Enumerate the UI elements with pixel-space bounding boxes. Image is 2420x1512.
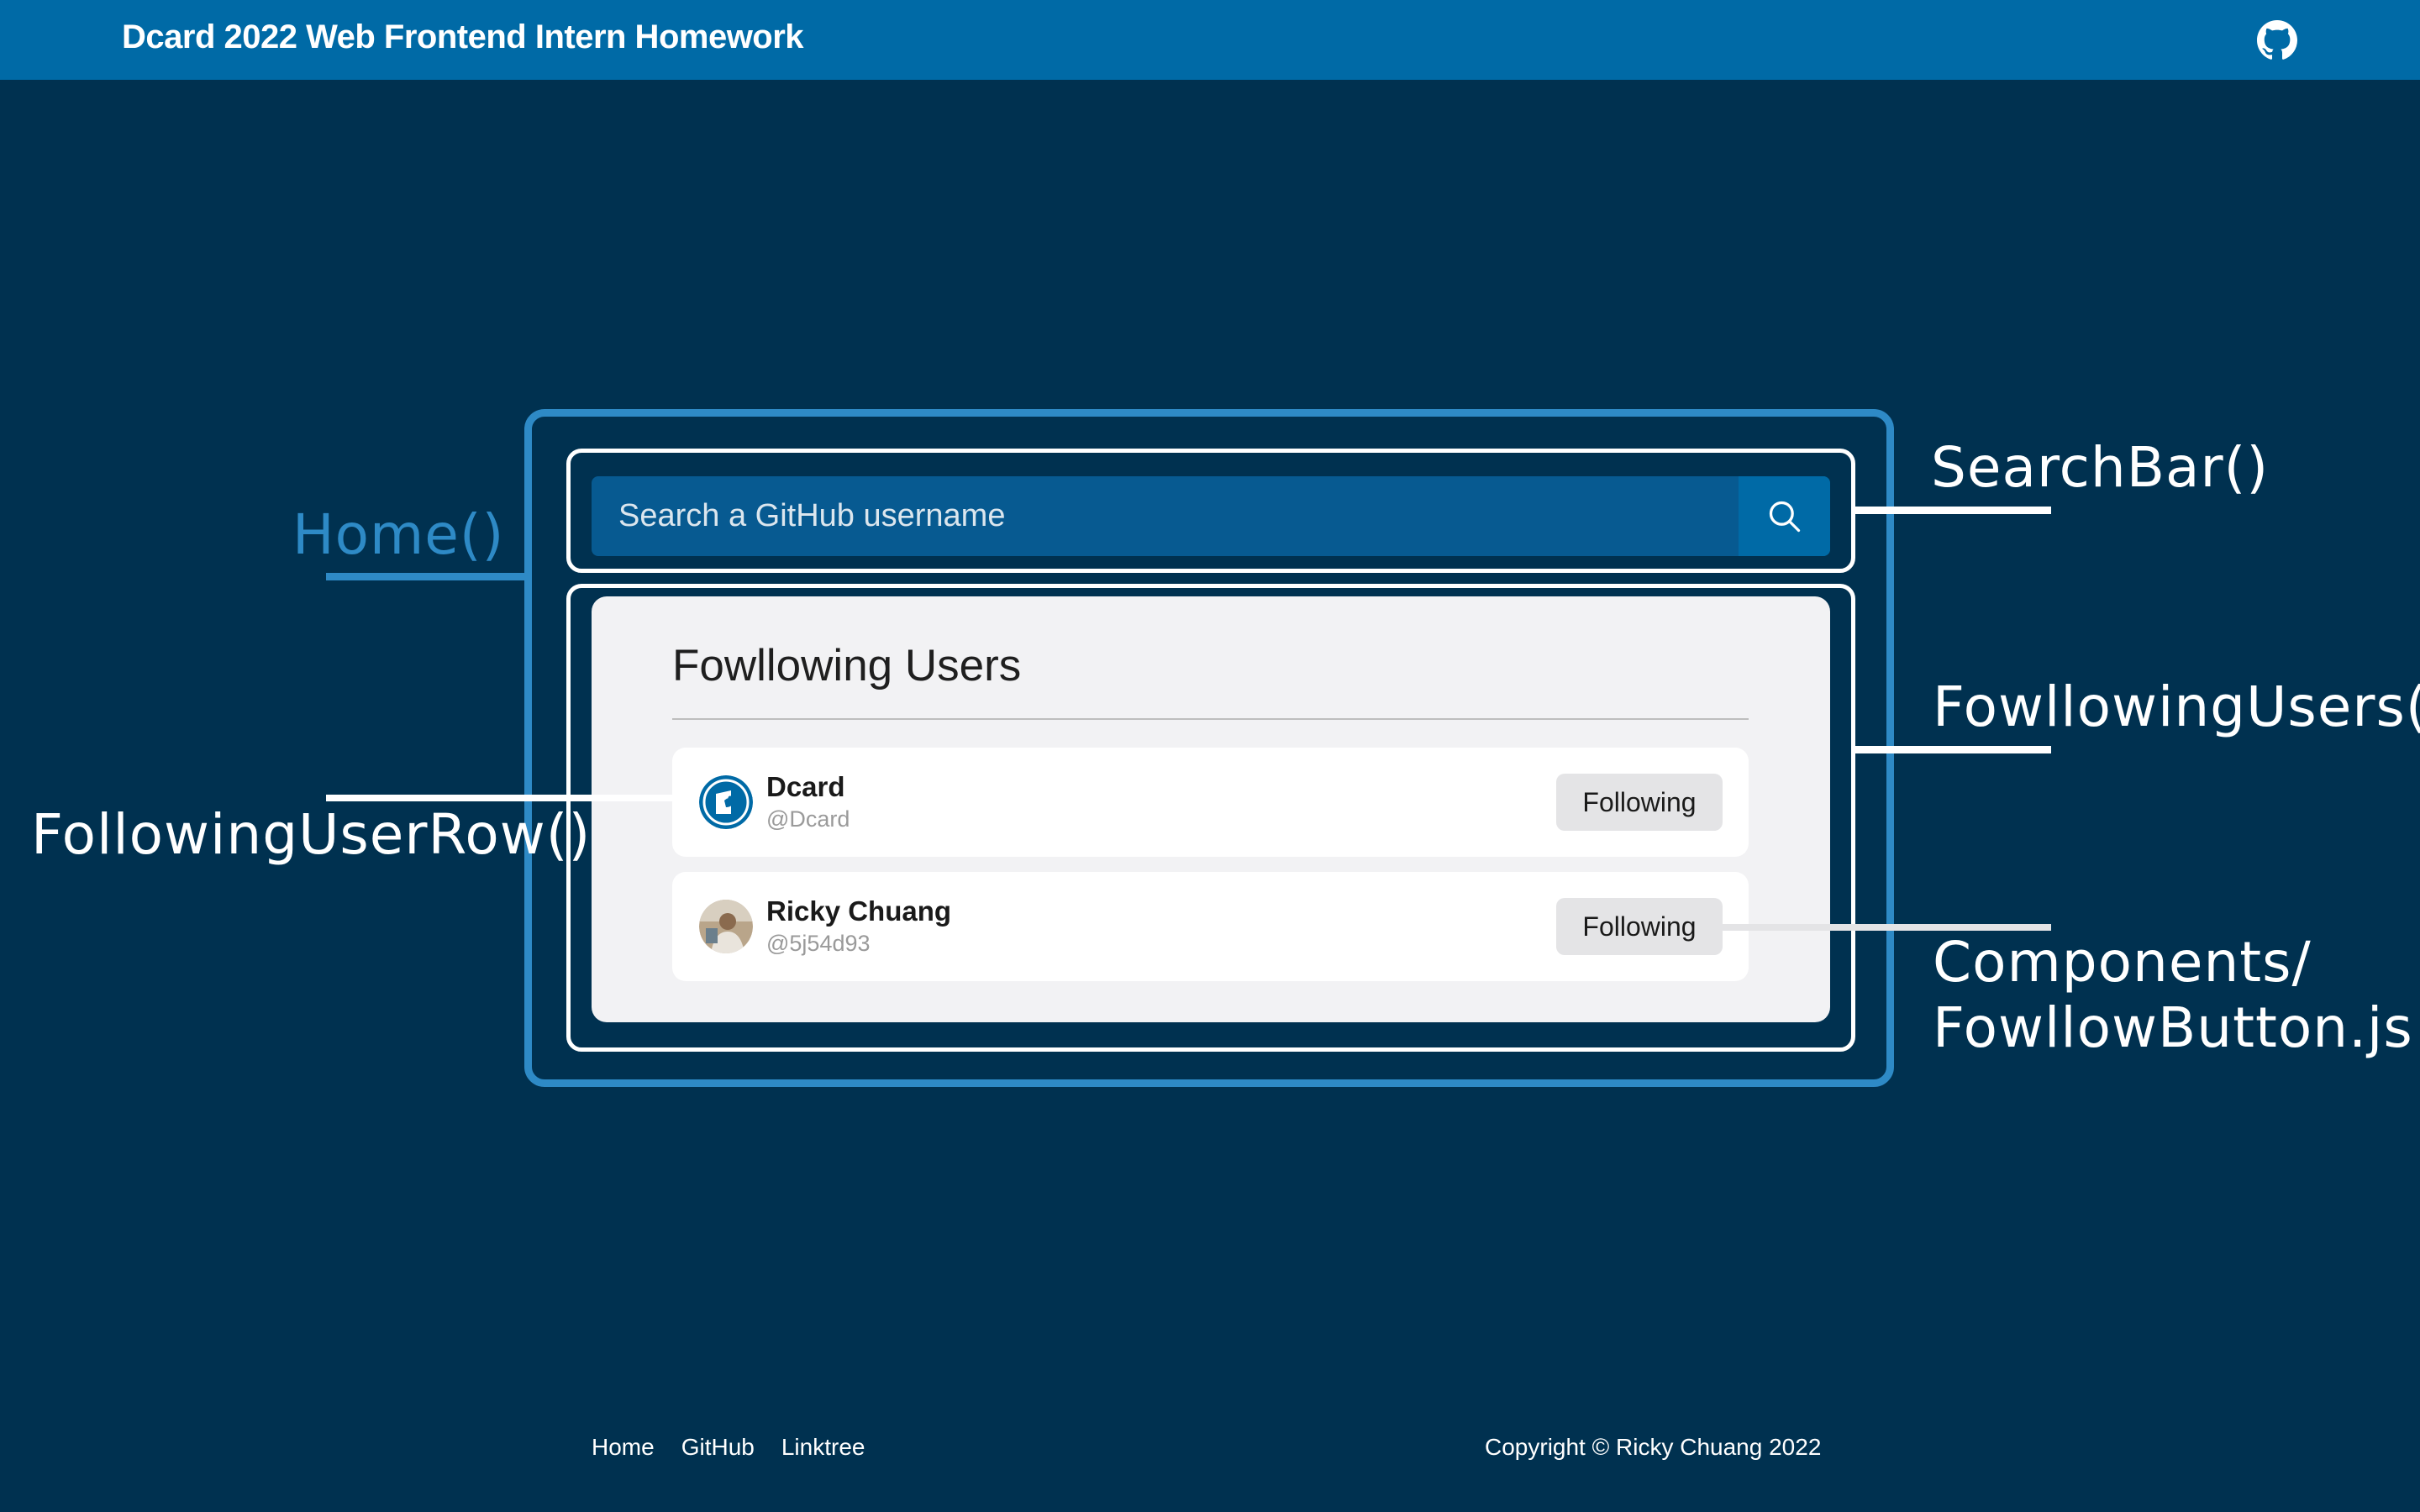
following-users-annotation-label: FowllowingUsers()	[1933, 675, 2420, 739]
user-photo-icon	[699, 900, 753, 953]
following-button[interactable]: Following	[1556, 898, 1723, 955]
searchbar-leader-line	[1855, 507, 2051, 514]
following-users-leader-line	[1855, 746, 2051, 753]
following-users-card: Fowllowing Users Dcard @Dcard Following	[592, 596, 1830, 1022]
user-name[interactable]: Ricky Chuang	[766, 895, 951, 927]
searchbar-annotation-label: SearchBar()	[1931, 435, 2270, 500]
user-handle: @Dcard	[766, 806, 850, 832]
following-user-row[interactable]: Dcard @Dcard Following	[672, 748, 1749, 857]
footer-links: Home GitHub Linktree	[592, 1434, 865, 1461]
footer-link-github[interactable]: GitHub	[681, 1434, 755, 1461]
follow-button-annotation-label-line2: FowllowButton.js	[1933, 995, 2413, 1060]
search-input[interactable]	[592, 476, 1738, 556]
site-title[interactable]: Dcard 2022 Web Frontend Intern Homework	[122, 18, 804, 56]
search-button[interactable]	[1739, 476, 1830, 556]
dcard-logo-avatar	[699, 775, 753, 829]
dcard-logo-icon	[699, 775, 753, 829]
following-user-row-leader-line	[326, 795, 672, 801]
footer-link-linktree[interactable]: Linktree	[781, 1434, 865, 1461]
home-leader-line	[326, 573, 528, 580]
copyright-text: Copyright © Ricky Chuang 2022	[1485, 1434, 1822, 1460]
github-icon[interactable]	[2257, 20, 2297, 60]
home-annotation-label: Home()	[292, 502, 505, 567]
top-header: Dcard 2022 Web Frontend Intern Homework	[0, 0, 2420, 80]
user-handle: @5j54d93	[766, 931, 871, 956]
user-name[interactable]: Dcard	[766, 771, 845, 803]
search-bar	[592, 476, 1830, 556]
card-title: Fowllowing Users	[672, 641, 1022, 690]
search-icon	[1769, 501, 1800, 532]
footer-link-home[interactable]: Home	[592, 1434, 655, 1461]
user-photo-avatar	[699, 900, 753, 953]
following-user-row[interactable]: Ricky Chuang @5j54d93 Following	[672, 872, 1749, 981]
follow-button-annotation-label-line1: Components/	[1933, 930, 2312, 995]
following-user-row-annotation-label: FollowingUserRow()	[31, 802, 592, 867]
following-button[interactable]: Following	[1556, 774, 1723, 831]
divider	[672, 718, 1749, 720]
